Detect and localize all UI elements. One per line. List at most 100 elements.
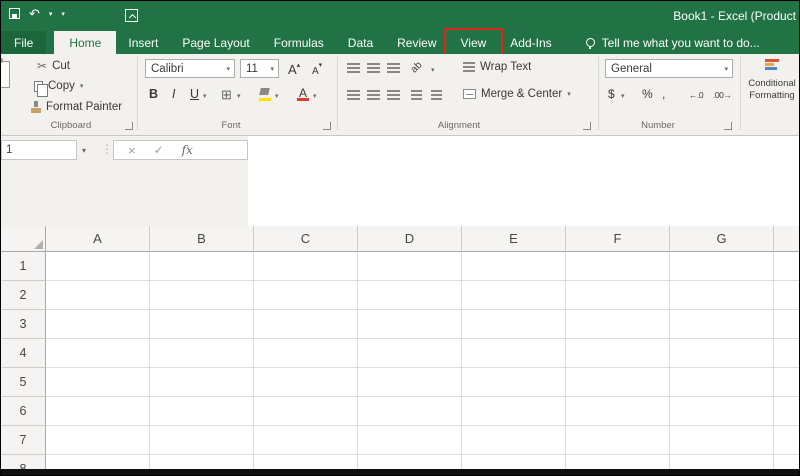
row-header-6[interactable]: 6 — [1, 397, 46, 426]
cell-E7[interactable] — [462, 426, 566, 455]
enter-icon[interactable]: ✓ — [154, 143, 164, 157]
tab-file[interactable]: File — [1, 31, 47, 54]
tell-me-box[interactable]: Tell me what you want to do... — [585, 31, 760, 54]
tab-data[interactable]: Data — [336, 31, 385, 54]
cell-A4[interactable] — [46, 339, 150, 368]
cell-D2[interactable] — [358, 281, 462, 310]
name-box-dropdown-icon[interactable]: ▾ — [82, 146, 86, 155]
font-name-dropdown-icon[interactable]: ▾ — [226, 65, 230, 73]
row-header-4[interactable]: 4 — [1, 339, 46, 368]
tab-formulas[interactable]: Formulas — [262, 31, 336, 54]
comma-style-icon[interactable]: , — [662, 87, 665, 101]
fill-color-dropdown-icon[interactable]: ▾ — [275, 92, 279, 100]
align-middle-icon[interactable] — [367, 63, 380, 73]
cell-G1[interactable] — [670, 252, 774, 281]
copy-dropdown-icon[interactable]: ▾ — [80, 82, 84, 90]
align-center-icon[interactable] — [367, 90, 380, 100]
cut-button[interactable]: ✂ Cut — [37, 59, 70, 73]
orientation-dropdown-icon[interactable]: ▾ — [431, 66, 435, 74]
cell-A6[interactable] — [46, 397, 150, 426]
font-size-select[interactable]: 11 ▾ — [240, 59, 279, 78]
cell-C6[interactable] — [254, 397, 358, 426]
cell-G4[interactable] — [670, 339, 774, 368]
cell-H5[interactable] — [774, 368, 799, 397]
cell-C3[interactable] — [254, 310, 358, 339]
cell-C4[interactable] — [254, 339, 358, 368]
cell-F2[interactable] — [566, 281, 670, 310]
cell-H7[interactable] — [774, 426, 799, 455]
tab-review[interactable]: Review — [385, 31, 448, 54]
number-format-dropdown-icon[interactable]: ▾ — [724, 65, 728, 73]
align-bottom-icon[interactable] — [387, 63, 400, 73]
row-header-3[interactable]: 3 — [1, 310, 46, 339]
tab-insert[interactable]: Insert — [116, 31, 170, 54]
column-header-B[interactable]: B — [150, 226, 254, 252]
cell-H6[interactable] — [774, 397, 799, 426]
cell-D5[interactable] — [358, 368, 462, 397]
font-name-select[interactable]: Calibri ▾ — [145, 59, 235, 78]
paste-button-partial[interactable] — [1, 58, 14, 104]
name-box[interactable]: 1 — [1, 140, 77, 160]
qat-customize-dropdown-icon[interactable]: ▾ — [61, 10, 65, 18]
cell-B5[interactable] — [150, 368, 254, 397]
cell-D7[interactable] — [358, 426, 462, 455]
cell-A7[interactable] — [46, 426, 150, 455]
cell-F3[interactable] — [566, 310, 670, 339]
cell-D6[interactable] — [358, 397, 462, 426]
column-header-F[interactable]: F — [566, 226, 670, 252]
cell-B1[interactable] — [150, 252, 254, 281]
undo-icon[interactable]: ↶ — [29, 7, 40, 20]
font-size-dropdown-icon[interactable]: ▾ — [270, 65, 274, 73]
increase-indent-icon[interactable] — [431, 90, 442, 100]
cell-E6[interactable] — [462, 397, 566, 426]
underline-button[interactable]: U — [190, 87, 199, 101]
row-header-2[interactable]: 2 — [1, 281, 46, 310]
cell-A5[interactable] — [46, 368, 150, 397]
tab-add-ins[interactable]: Add-Ins — [498, 31, 563, 54]
font-color-dropdown-icon[interactable]: ▾ — [313, 92, 317, 100]
cell-H3[interactable] — [774, 310, 799, 339]
cell-C5[interactable] — [254, 368, 358, 397]
cell-H4[interactable] — [774, 339, 799, 368]
accounting-format-icon[interactable]: $ — [608, 87, 615, 101]
merge-center-button[interactable]: Merge & Center ▾ — [463, 88, 571, 100]
align-right-icon[interactable] — [387, 90, 400, 100]
align-top-icon[interactable] — [347, 63, 360, 73]
tab-view[interactable]: View — [443, 28, 504, 56]
column-header-A[interactable]: A — [46, 226, 150, 252]
italic-button[interactable]: I — [172, 87, 175, 101]
ribbon-display-options-icon[interactable] — [125, 9, 138, 22]
accounting-dropdown-icon[interactable]: ▾ — [621, 92, 625, 100]
cell-H2[interactable] — [774, 281, 799, 310]
column-header-G[interactable]: G — [670, 226, 774, 252]
cell-D1[interactable] — [358, 252, 462, 281]
column-header-partial[interactable] — [774, 226, 799, 252]
cell-F4[interactable] — [566, 339, 670, 368]
column-header-D[interactable]: D — [358, 226, 462, 252]
formula-bar[interactable]: × ✓ fx — [113, 140, 248, 160]
format-painter-button[interactable]: Format Painter — [31, 101, 122, 113]
cell-G3[interactable] — [670, 310, 774, 339]
insert-function-icon[interactable]: fx — [182, 143, 193, 157]
number-format-select[interactable]: General ▾ — [605, 59, 733, 78]
decrease-font-size-button[interactable]: A▾ — [312, 61, 322, 79]
borders-button[interactable]: ⊞ — [221, 87, 232, 103]
cell-E3[interactable] — [462, 310, 566, 339]
percent-style-icon[interactable]: % — [642, 87, 653, 101]
cell-G6[interactable] — [670, 397, 774, 426]
cell-G7[interactable] — [670, 426, 774, 455]
row-header-1[interactable]: 1 — [1, 252, 46, 281]
align-left-icon[interactable] — [347, 90, 360, 100]
bold-button[interactable]: B — [149, 87, 158, 101]
cell-B6[interactable] — [150, 397, 254, 426]
cell-G2[interactable] — [670, 281, 774, 310]
row-header-7[interactable]: 7 — [1, 426, 46, 455]
clipboard-dialog-launcher-icon[interactable] — [125, 122, 133, 130]
cell-C1[interactable] — [254, 252, 358, 281]
font-dialog-launcher-icon[interactable] — [323, 122, 331, 130]
cell-A3[interactable] — [46, 310, 150, 339]
decrease-decimal-icon[interactable]: .00→ — [713, 90, 732, 100]
decrease-indent-icon[interactable] — [411, 90, 422, 100]
cell-D3[interactable] — [358, 310, 462, 339]
undo-dropdown-icon[interactable]: ▾ — [49, 10, 53, 18]
